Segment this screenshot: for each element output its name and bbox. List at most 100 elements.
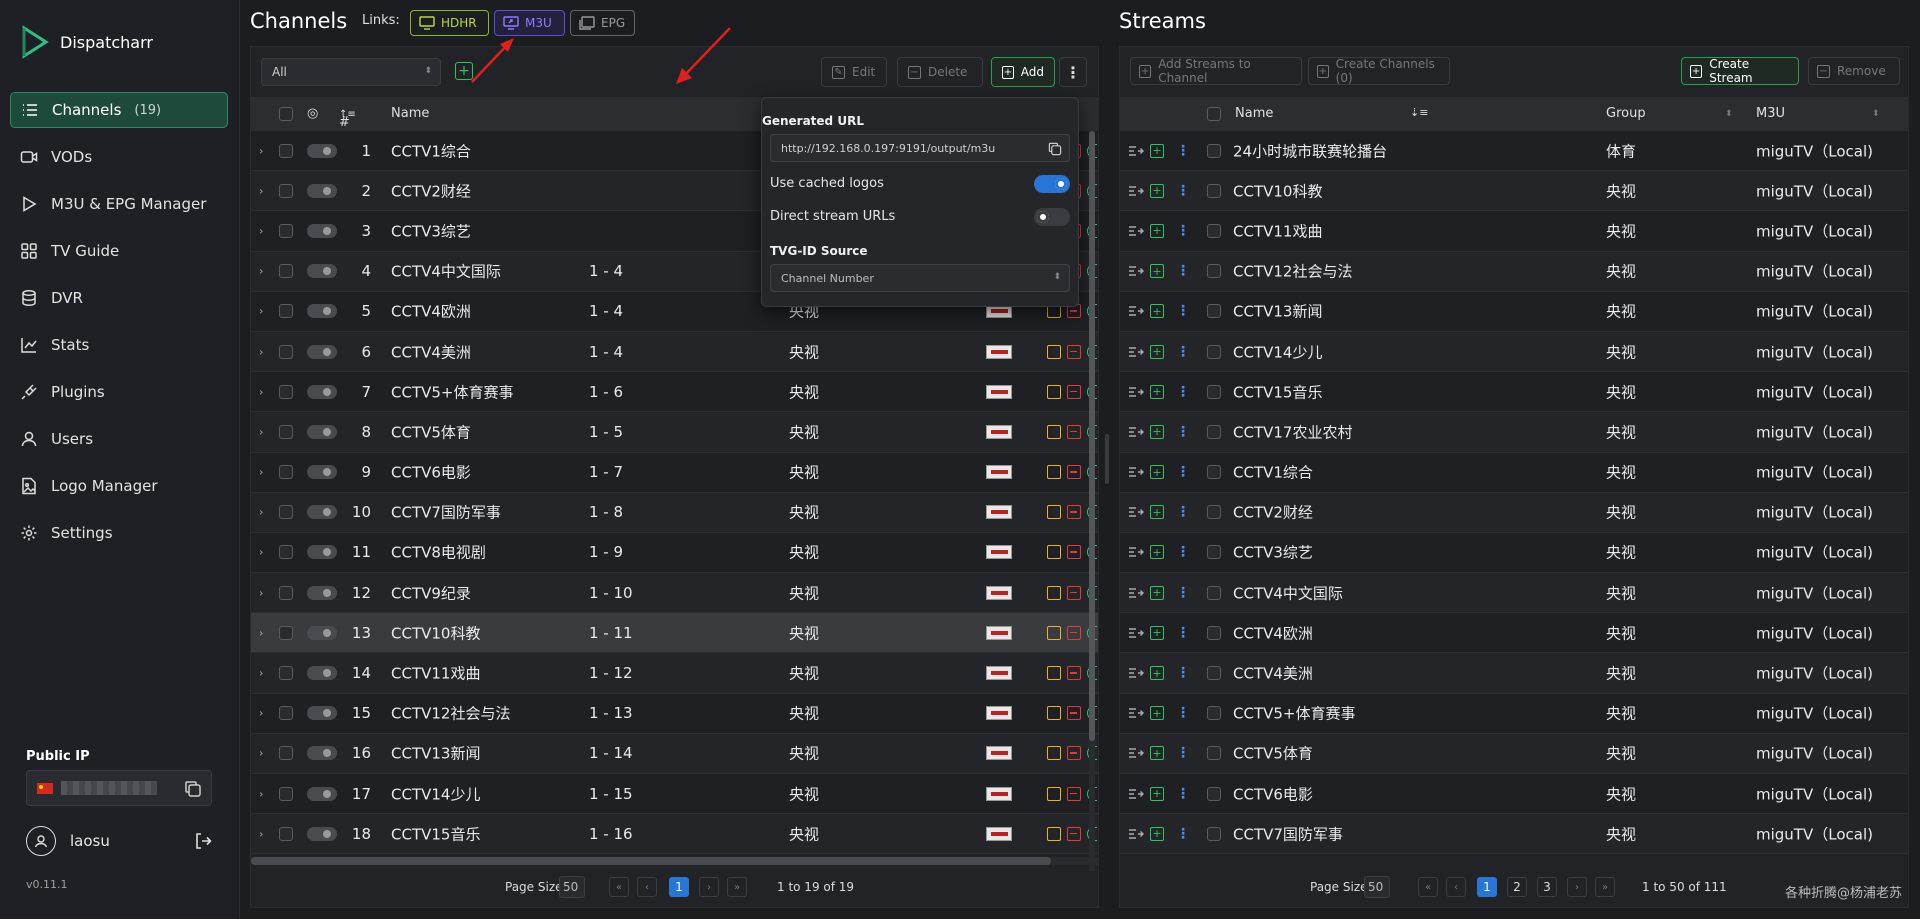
- channel-enable-toggle[interactable]: [307, 625, 337, 640]
- create-channel-icon[interactable]: +: [1150, 384, 1164, 399]
- chevron-updown-icon[interactable]: ⬍: [1725, 109, 1733, 119]
- delete-icon[interactable]: [1067, 826, 1081, 841]
- delete-icon[interactable]: [1067, 706, 1081, 721]
- target-icon[interactable]: ◎: [307, 106, 318, 121]
- row-checkbox[interactable]: [1207, 143, 1221, 158]
- edit-icon[interactable]: [1047, 585, 1061, 600]
- name-column-header[interactable]: Name: [1235, 106, 1273, 121]
- select-all-checkbox[interactable]: [279, 107, 293, 121]
- sidebar-item-vods[interactable]: VODs: [10, 139, 228, 175]
- more-vertical-icon[interactable]: ⋮: [1176, 344, 1190, 360]
- create-channel-icon[interactable]: +: [1150, 344, 1164, 359]
- create-channel-icon[interactable]: +: [1150, 666, 1164, 681]
- delete-icon[interactable]: [1067, 505, 1081, 520]
- more-vertical-icon[interactable]: ⋮: [1176, 464, 1190, 480]
- add-to-channel-icon[interactable]: [1128, 386, 1144, 398]
- more-vertical-icon[interactable]: ⋮: [1176, 786, 1190, 802]
- row-checkbox[interactable]: [279, 625, 293, 640]
- table-row[interactable]: + ⋮ CCTV7国防军事 央视 miguTV（Local): [1120, 814, 1908, 855]
- direct-urls-toggle[interactable]: [1034, 208, 1070, 226]
- table-row[interactable]: + ⋮ CCTV14少儿 央视 miguTV（Local): [1120, 331, 1908, 373]
- delete-icon[interactable]: [1067, 585, 1081, 600]
- copy-icon[interactable]: [1047, 141, 1063, 157]
- delete-icon[interactable]: [1067, 746, 1081, 761]
- chevron-right-icon[interactable]: ›: [259, 586, 263, 599]
- edit-icon[interactable]: [1047, 706, 1061, 721]
- edit-icon[interactable]: [1047, 625, 1061, 640]
- row-checkbox[interactable]: [279, 585, 293, 600]
- edit-icon[interactable]: [1047, 826, 1061, 841]
- row-checkbox[interactable]: [1207, 264, 1221, 279]
- row-checkbox[interactable]: [279, 344, 293, 359]
- add-group-button[interactable]: +: [455, 62, 473, 80]
- table-row[interactable]: + ⋮ CCTV2财经 央视 miguTV（Local): [1120, 492, 1908, 533]
- create-channels-button[interactable]: + Create Channels (0): [1308, 57, 1450, 85]
- remove-button[interactable]: − Remove: [1808, 57, 1900, 85]
- channel-enable-toggle[interactable]: [307, 304, 337, 319]
- more-vertical-icon[interactable]: ⋮: [1176, 303, 1190, 319]
- add-to-channel-icon[interactable]: [1128, 788, 1144, 800]
- create-channel-icon[interactable]: +: [1150, 545, 1164, 560]
- more-vertical-icon[interactable]: ⋮: [1176, 143, 1190, 159]
- add-to-channel-icon[interactable]: [1128, 466, 1144, 478]
- create-channel-icon[interactable]: +: [1150, 223, 1164, 238]
- channel-enable-toggle[interactable]: [307, 465, 337, 480]
- table-row[interactable]: › 7 CCTV5+体育赛事 1 - 6 央视: [251, 372, 1098, 413]
- chevron-right-icon[interactable]: ›: [259, 787, 263, 800]
- add-to-channel-icon[interactable]: [1128, 546, 1144, 558]
- table-row[interactable]: + ⋮ CCTV15音乐 央视 miguTV（Local): [1120, 372, 1908, 413]
- edit-button[interactable]: ✎ Edit: [821, 57, 887, 87]
- add-to-channel-icon[interactable]: [1128, 346, 1144, 358]
- table-row[interactable]: + ⋮ CCTV4中文国际 央视 miguTV（Local): [1120, 573, 1908, 614]
- delete-icon[interactable]: [1067, 786, 1081, 801]
- table-row[interactable]: + ⋮ CCTV4欧洲 央视 miguTV（Local): [1120, 613, 1908, 654]
- edit-icon[interactable]: [1047, 666, 1061, 681]
- edit-icon[interactable]: [1047, 384, 1061, 399]
- row-checkbox[interactable]: [1207, 505, 1221, 520]
- panel-resize-handle[interactable]: [1105, 434, 1109, 484]
- table-row[interactable]: › 13 CCTV10科教 1 - 11 央视: [251, 613, 1098, 654]
- edit-icon[interactable]: [1047, 344, 1061, 359]
- chevron-right-icon[interactable]: ›: [259, 144, 263, 157]
- page-2-button[interactable]: 2: [1507, 877, 1527, 897]
- create-channel-icon[interactable]: +: [1150, 585, 1164, 600]
- tvg-id-source-select[interactable]: Channel Number ⬍: [770, 264, 1070, 292]
- create-channel-icon[interactable]: +: [1150, 424, 1164, 439]
- create-channel-icon[interactable]: +: [1150, 304, 1164, 319]
- row-checkbox[interactable]: [1207, 826, 1221, 841]
- row-checkbox[interactable]: [279, 666, 293, 681]
- channel-enable-toggle[interactable]: [307, 585, 337, 600]
- channel-enable-toggle[interactable]: [307, 786, 337, 801]
- horizontal-scrollbar[interactable]: [251, 857, 1098, 865]
- table-row[interactable]: + ⋮ CCTV4美洲 央视 miguTV（Local): [1120, 653, 1908, 694]
- create-stream-button[interactable]: + Create Stream: [1681, 57, 1799, 85]
- chevron-right-icon[interactable]: ›: [259, 707, 263, 720]
- channel-enable-toggle[interactable]: [307, 826, 337, 841]
- page-size-input[interactable]: 50: [559, 876, 585, 898]
- brand[interactable]: Dispatcharr: [20, 24, 153, 60]
- add-to-channel-icon[interactable]: [1128, 747, 1144, 759]
- chevron-right-icon[interactable]: ›: [259, 626, 263, 639]
- page-1-button[interactable]: 1: [669, 877, 689, 897]
- channel-enable-toggle[interactable]: [307, 384, 337, 399]
- prev-page-button[interactable]: ‹: [1446, 877, 1466, 897]
- chevron-right-icon[interactable]: ›: [259, 184, 263, 197]
- row-checkbox[interactable]: [279, 264, 293, 279]
- sidebar-item-settings[interactable]: Settings: [10, 515, 228, 551]
- logout-icon[interactable]: [194, 832, 212, 850]
- row-checkbox[interactable]: [1207, 465, 1221, 480]
- add-to-channel-icon[interactable]: [1128, 305, 1144, 317]
- more-vertical-icon[interactable]: ⋮: [1176, 183, 1190, 199]
- create-channel-icon[interactable]: +: [1150, 505, 1164, 520]
- add-channel-button[interactable]: + Add: [991, 57, 1055, 87]
- channel-group-filter[interactable]: All ⬍: [261, 58, 441, 86]
- channel-enable-toggle[interactable]: [307, 344, 337, 359]
- m3u-column-header[interactable]: M3U: [1756, 106, 1785, 121]
- add-streams-to-channel-button[interactable]: + Add Streams to Channel: [1130, 57, 1302, 85]
- row-checkbox[interactable]: [1207, 786, 1221, 801]
- cached-logos-toggle[interactable]: [1034, 175, 1070, 193]
- first-page-button[interactable]: «: [1418, 877, 1438, 897]
- edit-icon[interactable]: [1047, 746, 1061, 761]
- delete-icon[interactable]: [1067, 465, 1081, 480]
- select-all-checkbox[interactable]: [1207, 107, 1221, 121]
